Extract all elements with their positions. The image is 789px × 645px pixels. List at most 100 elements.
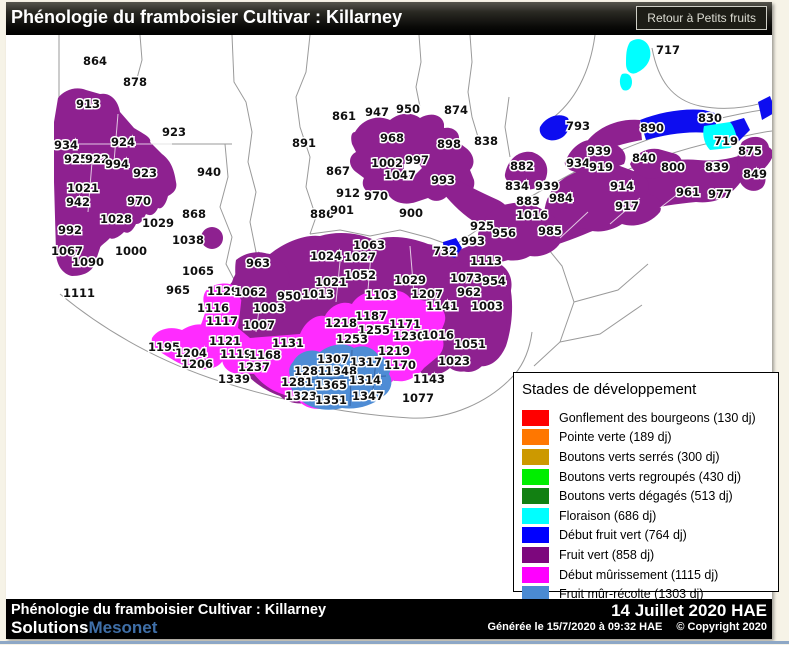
station-value: 800	[661, 160, 685, 174]
copyright: © Copyright 2020	[676, 621, 767, 633]
legend-items: Gonflement des bourgeons (130 dj) Pointe …	[514, 408, 778, 604]
station-value: 939	[535, 179, 559, 193]
back-button[interactable]: Retour à Petits fruits	[636, 6, 767, 30]
station-value: 1351	[315, 393, 347, 407]
station-value: 977	[708, 187, 732, 201]
legend-item: Pointe verte (189 dj)	[514, 428, 778, 448]
station-value: 861	[332, 109, 356, 123]
station-value: 1281	[281, 375, 313, 389]
station-value: 793	[566, 119, 590, 133]
region-fruit-vert-dot	[201, 227, 223, 249]
station-value: 1314	[349, 373, 381, 387]
station-value: 1051	[454, 337, 486, 351]
station-value: 1003	[253, 301, 285, 315]
station-value: 1065	[182, 264, 214, 278]
station-value: 890	[640, 121, 664, 135]
region-border	[295, 35, 317, 235]
station-value: 997	[405, 153, 429, 167]
region-border	[231, 35, 257, 275]
station-value: 1027	[344, 250, 376, 264]
region-border	[415, 35, 422, 108]
station-value: 961	[676, 185, 700, 199]
station-value: 882	[510, 159, 534, 173]
station-value: 864	[83, 54, 107, 68]
legend-item: Floraison (686 dj)	[514, 506, 778, 526]
footer-title: Phénologie du framboisier Cultivar : Kil…	[11, 602, 327, 618]
station-value: 1000	[115, 244, 147, 258]
station-value: 992	[58, 223, 82, 237]
station-value: 898	[437, 137, 461, 151]
station-value: 1347	[352, 389, 384, 403]
legend-swatch	[522, 409, 549, 426]
station-value: 849	[743, 167, 767, 181]
station-value: 1062	[234, 285, 266, 299]
station-value: 994	[105, 157, 129, 171]
station-value: 923	[162, 125, 186, 139]
brand-logo: SolutionsMesonet	[11, 618, 157, 638]
legend-swatch	[522, 546, 549, 563]
region-border	[559, 304, 643, 343]
station-value: 838	[474, 134, 498, 148]
region-debut-fruit-vert-793	[539, 115, 570, 141]
station-value: 732	[433, 244, 457, 258]
station-value: 830	[698, 111, 722, 125]
station-value: 1021	[67, 181, 99, 195]
station-value: 1024	[310, 249, 342, 263]
legend-label: Début mûrissement (1115 dj)	[559, 567, 719, 582]
region-floraison-saguenay2	[619, 73, 632, 91]
legend-item: Boutons verts dégagés (513 dj)	[514, 486, 778, 506]
station-value: 1218	[325, 316, 357, 330]
footer-generated: Générée le 15/7/2020 à 09:32 HAE © Copyri…	[487, 621, 767, 633]
page-bottom-rule	[0, 641, 789, 644]
station-value: 1038	[172, 233, 204, 247]
legend-label: Fruit vert (858 dj)	[559, 547, 655, 562]
station-value: 1339	[218, 372, 250, 386]
page-title: Phénologie du framboisier Cultivar : Kil…	[11, 7, 403, 27]
station-value: 868	[182, 207, 206, 221]
station-value: 956	[492, 226, 516, 240]
brand-mesonet: Mesonet	[88, 618, 158, 637]
station-value: 924	[111, 135, 135, 149]
coastline	[651, 47, 772, 109]
legend-item: Gonflement des bourgeons (130 dj)	[514, 408, 778, 428]
station-value: 1016	[516, 208, 548, 222]
region-border	[504, 96, 511, 158]
station-value: 1253	[336, 332, 368, 346]
station-value: 891	[292, 136, 316, 150]
footer-date: 14 Juillet 2020 HAE	[611, 601, 767, 620]
region-border	[219, 143, 239, 288]
legend-swatch	[522, 507, 549, 524]
station-value: 1111	[63, 286, 95, 300]
legend-label: Boutons verts regroupés (430 dj)	[559, 469, 742, 484]
station-value: 914	[610, 179, 634, 193]
station-value: 913	[76, 97, 100, 111]
legend-swatch	[522, 566, 549, 583]
station-value: 1023	[438, 354, 470, 368]
station-value: 834	[505, 179, 529, 193]
legend-item: Début fruit vert (764 dj)	[514, 526, 778, 546]
station-value: 962	[457, 285, 481, 299]
app-window: Phénologie du framboisier Cultivar : Kil…	[6, 2, 779, 639]
station-value: 1003	[471, 299, 503, 313]
region-debut-fruit-vert-ne	[758, 96, 772, 120]
legend-box: Stades de développement Gonflement des b…	[513, 372, 779, 603]
station-value: 968	[380, 131, 404, 145]
station-value: 947	[365, 105, 389, 119]
station-value: 912	[336, 186, 360, 200]
station-value: 1170	[384, 358, 416, 372]
station-value: 1116	[197, 301, 229, 315]
station-value: 840	[632, 151, 656, 165]
station-value: 1206	[181, 357, 213, 371]
legend-swatch	[522, 429, 549, 446]
region-floraison-saguenay	[626, 39, 651, 74]
legend-item: Boutons verts serrés (300 dj)	[514, 447, 778, 467]
station-value: 1143	[413, 372, 445, 386]
station-labels: 864878913923924 891934925922994923 9401021…	[49, 42, 768, 409]
station-value: 1007	[243, 318, 275, 332]
station-value: 1121	[209, 334, 241, 348]
legend-item: Boutons verts regroupés (430 dj)	[514, 467, 778, 487]
station-value: 1047	[384, 168, 416, 182]
legend-label: Début fruit vert (764 dj)	[559, 528, 687, 543]
station-value: 954	[482, 274, 506, 288]
coastline	[549, 35, 596, 121]
